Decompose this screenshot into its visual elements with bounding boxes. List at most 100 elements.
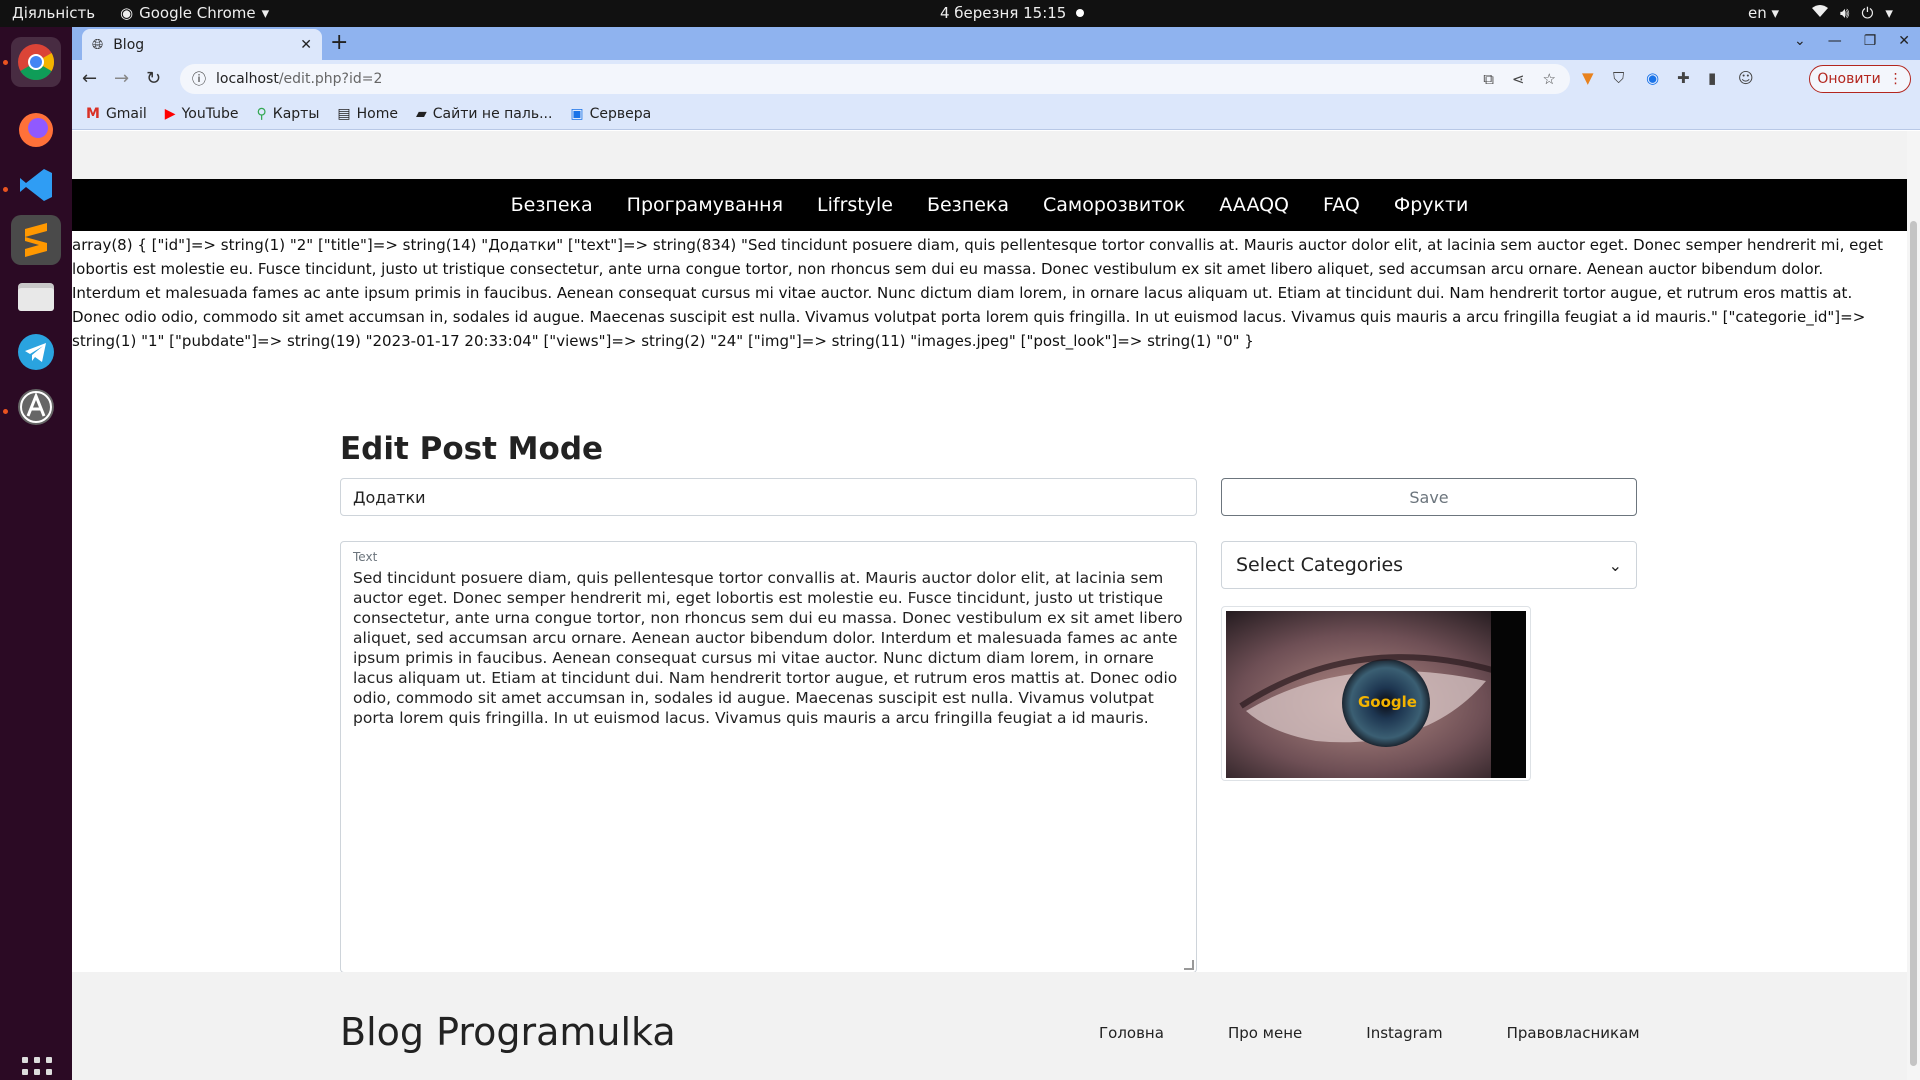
home-bookmark-icon: ▤: [337, 105, 351, 122]
close-tab-icon[interactable]: ✕: [300, 37, 312, 53]
post-text-content[interactable]: Sed tincidunt posuere diam, quis pellent…: [353, 568, 1183, 728]
tab-blog[interactable]: 🌐︎ Blog ✕: [82, 29, 322, 60]
caret-down-icon: ▾: [1885, 4, 1893, 22]
post-title-input[interactable]: [340, 478, 1197, 516]
language-indicator[interactable]: en ▾: [1748, 4, 1779, 22]
nav-item-security-2[interactable]: Безпека: [927, 194, 1009, 216]
browser-toolbar: ← → ↻ ⓘ localhost/edit.php?id=2 ⧉ ⋖ ☆ ▼ …: [72, 60, 1920, 98]
nav-item-aaaqq[interactable]: AAAQQ: [1219, 194, 1289, 216]
firefox-dock-icon[interactable]: [11, 105, 61, 155]
save-button[interactable]: Save: [1221, 478, 1637, 516]
kebab-menu-icon: ⋮: [1888, 71, 1903, 87]
chrome-small-icon: ◉: [120, 4, 134, 22]
maximize-icon[interactable]: ❐: [1864, 33, 1877, 49]
text-field-label: Text: [353, 550, 378, 564]
bookmark-folder-sites[interactable]: ▰ Сайти не паль...: [416, 106, 552, 122]
browser-window: 🌐︎ Blog ✕ + ⌄ — ❐ ✕ ← → ↻ ⓘ localhost/ed…: [72, 27, 1920, 1080]
share-icon[interactable]: ⋖: [1512, 70, 1525, 88]
main-nav: Безпека Програмування Lifrstyle Безпека …: [72, 179, 1907, 231]
telegram-dock-icon[interactable]: [11, 327, 61, 377]
close-window-icon[interactable]: ✕: [1898, 33, 1910, 49]
nav-item-programming[interactable]: Програмування: [627, 194, 783, 216]
bookmark-maps[interactable]: ⚲ Карты: [257, 106, 320, 122]
app-grid-icon[interactable]: [22, 1057, 52, 1080]
footer-link-instagram[interactable]: Instagram: [1366, 1024, 1442, 1042]
new-tab-button[interactable]: +: [330, 30, 348, 55]
page-title: Edit Post Mode: [340, 431, 604, 467]
activities-button[interactable]: Діяльність: [12, 4, 95, 22]
footer-links: Головна Про мене Instagram Правовласника…: [1099, 1024, 1640, 1042]
system-tray[interactable]: 🔊︎ ⏻ ▾: [1812, 4, 1893, 22]
bookmark-servers[interactable]: ▣ Сервера: [570, 106, 651, 122]
volume-icon: 🔊︎: [1840, 4, 1850, 22]
software-center-dock-icon[interactable]: [11, 382, 61, 432]
forward-arrow-icon[interactable]: →: [114, 68, 129, 89]
footer-link-copyright[interactable]: Правовласникам: [1507, 1024, 1640, 1042]
wifi-icon: [1812, 4, 1828, 22]
bookmark-label: Сервера: [589, 105, 652, 122]
nav-item-fruits[interactable]: Фрукти: [1394, 194, 1469, 216]
vscode-dock-icon[interactable]: [11, 160, 61, 210]
bookmark-label: YouTube: [181, 105, 239, 122]
reload-icon[interactable]: ↻: [146, 68, 161, 89]
nav-item-self-development[interactable]: Саморозвиток: [1043, 194, 1185, 216]
folder-icon: ▰: [415, 105, 427, 122]
files-dock-icon[interactable]: [11, 271, 61, 321]
bookmark-label: Home: [356, 105, 398, 122]
caret-down-icon: ▾: [261, 4, 270, 22]
side-panel-icon[interactable]: ▮: [1708, 69, 1716, 87]
gmail-icon: M: [86, 105, 100, 122]
address-bar[interactable]: ⓘ localhost/edit.php?id=2 ⧉ ⋖ ☆: [180, 64, 1570, 94]
bookmark-home[interactable]: ▤ Home: [337, 106, 398, 122]
debug-var-dump: array(8) { ["id"]=> string(1) "2" ["titl…: [72, 236, 1883, 350]
bookmark-youtube[interactable]: ▶ YouTube: [165, 106, 239, 122]
metamask-extension-icon[interactable]: ▼: [1582, 69, 1594, 87]
language-label: en: [1748, 4, 1767, 22]
extensions-puzzle-icon[interactable]: ✚: [1677, 69, 1690, 87]
site-footer: Blog Programulka Головна Про мене Instag…: [72, 972, 1907, 1080]
system-top-bar: Діяльність ◉ Google Chrome ▾ 4 березня 1…: [0, 0, 1920, 27]
shield-extension-icon[interactable]: ⛉: [1613, 69, 1624, 87]
site-header: [72, 131, 1907, 179]
eye-image: Google: [1226, 611, 1526, 778]
post-text-area[interactable]: Text Sed tincidunt posuere diam, quis pe…: [340, 541, 1197, 973]
nav-item-security[interactable]: Безпека: [511, 194, 593, 216]
notification-dot-icon: [1076, 9, 1085, 17]
site-info-icon[interactable]: ⓘ: [192, 69, 206, 89]
bookmark-label: Карты: [272, 105, 320, 122]
profile-avatar-icon[interactable]: ☺: [1738, 69, 1754, 87]
bookmark-gmail[interactable]: M Gmail: [86, 106, 147, 122]
post-image-thumbnail: Google: [1221, 606, 1531, 781]
maps-pin-icon: ⚲: [256, 105, 267, 122]
app-menu[interactable]: ◉ Google Chrome ▾: [120, 4, 269, 22]
sync-extension-icon[interactable]: ◉: [1646, 69, 1659, 87]
nav-item-faq[interactable]: FAQ: [1323, 194, 1360, 216]
chevron-down-icon: ⌄: [1608, 555, 1622, 575]
globe-icon: 🌐︎: [92, 36, 104, 53]
bookmark-label: Сайти не паль...: [432, 105, 553, 122]
tab-search-icon[interactable]: ⌄: [1794, 33, 1806, 49]
page-scrollbar[interactable]: [1907, 131, 1920, 1080]
category-select[interactable]: Select Categories ⌄: [1221, 541, 1637, 589]
bookmark-star-icon[interactable]: ☆: [1543, 70, 1556, 88]
minimize-icon[interactable]: —: [1828, 33, 1842, 49]
translate-icon[interactable]: ⧉: [1483, 70, 1494, 88]
nav-item-lifestyle[interactable]: Lifrstyle: [817, 194, 893, 216]
chrome-dock-icon[interactable]: [11, 37, 61, 87]
clock[interactable]: 4 березня 15:15: [940, 4, 1085, 22]
back-arrow-icon[interactable]: ←: [82, 68, 97, 89]
footer-link-about[interactable]: Про мене: [1228, 1024, 1302, 1042]
category-selected-value: Select Categories: [1236, 554, 1404, 576]
update-label: Оновити: [1817, 71, 1881, 87]
window-controls: ⌄ — ❐ ✕: [1794, 33, 1910, 49]
sublime-dock-icon[interactable]: [11, 215, 61, 265]
power-icon: ⏻: [1861, 4, 1874, 22]
update-button[interactable]: Оновити ⋮: [1809, 65, 1911, 93]
scrollbar-thumb[interactable]: [1910, 221, 1917, 1066]
footer-brand[interactable]: Blog Programulka: [340, 1010, 676, 1054]
bookmark-label: Gmail: [105, 105, 147, 122]
servers-icon: ▣: [570, 105, 584, 122]
footer-link-home[interactable]: Головна: [1099, 1024, 1164, 1042]
resize-handle-icon[interactable]: [1184, 960, 1194, 970]
bookmarks-bar: M Gmail ▶ YouTube ⚲ Карты ▤ Home ▰ Сайти не п…: [72, 98, 1920, 130]
